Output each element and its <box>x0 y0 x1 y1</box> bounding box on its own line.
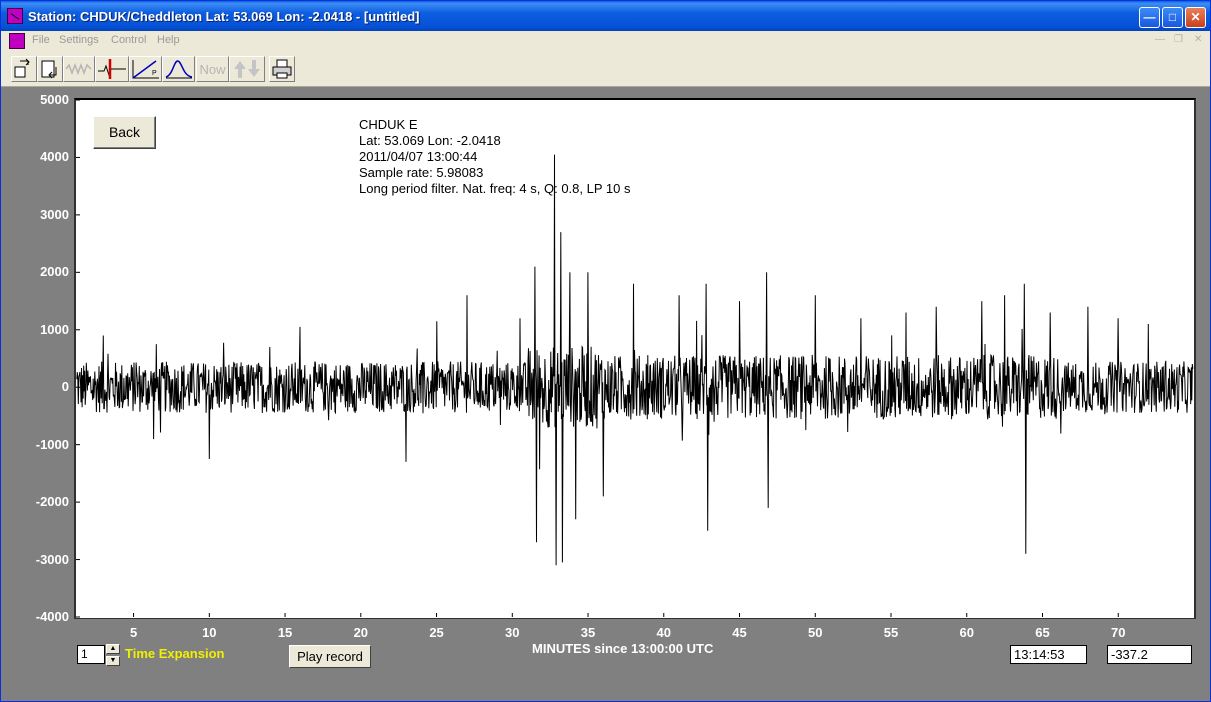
x-tick-label: 10 <box>202 625 217 640</box>
marker-icon <box>98 59 126 79</box>
minimize-button[interactable]: — <box>1139 7 1160 28</box>
menu-help[interactable]: Help <box>157 34 180 46</box>
time-expansion-input[interactable]: 1 <box>77 645 105 664</box>
now-label: Now <box>199 62 226 77</box>
window-title: Station: CHDUK/Cheddleton Lat: 53.069 Lo… <box>28 9 420 24</box>
x-tick-label: 65 <box>1035 625 1050 640</box>
app-icon <box>7 8 23 24</box>
mdi-minimize-icon[interactable]: — <box>1155 34 1165 45</box>
y-tick-label: -2000 <box>35 494 69 510</box>
filter-response-icon: P <box>132 60 159 79</box>
save-file-button[interactable] <box>37 56 63 82</box>
seismogram-trace <box>76 154 1194 566</box>
y-tick-label: 2000 <box>40 264 69 280</box>
time-expansion-label: Time Expansion <box>125 646 225 661</box>
filter-label: Long period filter. Nat. freq: 4 s, Q: 0… <box>359 181 631 196</box>
y-tick-label: 1000 <box>40 321 69 337</box>
x-tick-label: 25 <box>429 625 444 640</box>
y-tick-label: 3000 <box>40 206 69 222</box>
back-button[interactable]: Back <box>93 116 156 149</box>
main-window: Station: CHDUK/Cheddleton Lat: 53.069 Lo… <box>0 0 1211 702</box>
menu-settings[interactable]: Settings <box>59 34 99 46</box>
scale-updown-button[interactable] <box>229 56 265 82</box>
spectrum-icon <box>165 60 193 79</box>
maximize-button[interactable]: □ <box>1162 7 1183 28</box>
menu-control[interactable]: Control <box>111 34 146 46</box>
menu-file[interactable]: File <box>32 34 50 46</box>
y-tick-label: -1000 <box>35 436 69 452</box>
spin-up-icon: ▲ <box>109 645 117 652</box>
print-button[interactable] <box>269 56 295 82</box>
x-tick-label: 60 <box>959 625 974 640</box>
y-tick-label: 5000 <box>40 92 69 107</box>
save-file-icon <box>41 60 57 79</box>
x-tick-label: 30 <box>505 625 520 640</box>
spin-up-button[interactable]: ▲ <box>106 644 120 654</box>
start-time-label: 2011/04/07 13:00:44 <box>359 149 478 164</box>
x-tick-label: 5 <box>129 625 138 640</box>
toolbar: P Now <box>1 51 1210 87</box>
y-tick-label: -3000 <box>35 551 69 567</box>
document-icon[interactable] <box>9 33 25 49</box>
lat-lon-label: Lat: 53.069 Lon: -2.0418 <box>359 133 501 148</box>
up-down-arrows-icon <box>234 60 260 78</box>
spin-down-button[interactable]: ▼ <box>106 656 120 666</box>
menu-bar: File Settings Control Help — ❐ ✕ <box>1 31 1210 51</box>
spin-down-icon: ▼ <box>109 657 117 664</box>
x-tick-label: 35 <box>580 625 596 640</box>
x-tick-label: 50 <box>808 625 823 640</box>
cursor-time-readout: 13:14:53 <box>1010 645 1087 664</box>
mdi-restore-icon[interactable]: ❐ <box>1174 34 1183 45</box>
mdi-close-icon[interactable]: ✕ <box>1194 34 1202 45</box>
waveform-button[interactable] <box>63 56 95 82</box>
sample-rate-label: Sample rate: 5.98083 <box>359 165 484 180</box>
cursor-value-readout: -337.2 <box>1107 645 1192 664</box>
spectrum-button[interactable] <box>162 56 195 82</box>
x-tick-label: 20 <box>353 625 369 640</box>
now-button[interactable]: Now <box>196 56 229 82</box>
seismogram-plot[interactable] <box>74 98 1196 619</box>
filter-button[interactable]: P <box>129 56 162 82</box>
printer-icon <box>272 59 292 79</box>
title-bar: Station: CHDUK/Cheddleton Lat: 53.069 Lo… <box>1 1 1210 31</box>
open-file-icon <box>14 58 30 78</box>
y-tick-label: 4000 <box>40 149 69 165</box>
x-tick-label: 70 <box>1111 625 1126 640</box>
y-tick-label: -4000 <box>35 609 69 624</box>
x-tick-label: 55 <box>883 625 899 640</box>
svg-text:P: P <box>152 70 157 77</box>
maximize-icon: □ <box>1168 10 1177 24</box>
minimize-icon: — <box>1143 10 1156 24</box>
x-tick-label: 45 <box>732 625 747 640</box>
open-file-button[interactable] <box>11 56 37 82</box>
close-button[interactable]: ✕ <box>1185 7 1206 28</box>
y-tick-label: 0 <box>61 379 69 395</box>
x-tick-label: 15 <box>277 625 293 640</box>
seismogram-canvas <box>76 100 1194 618</box>
station-channel-label: CHDUK E <box>359 117 418 132</box>
play-record-button[interactable]: Play record <box>289 645 371 668</box>
close-icon: ✕ <box>1190 10 1201 24</box>
x-tick-label: 40 <box>656 625 672 640</box>
waveform-icon <box>65 62 92 76</box>
marker-button[interactable] <box>95 56 129 82</box>
x-axis-label: MINUTES since 13:00:00 UTC <box>532 641 714 656</box>
